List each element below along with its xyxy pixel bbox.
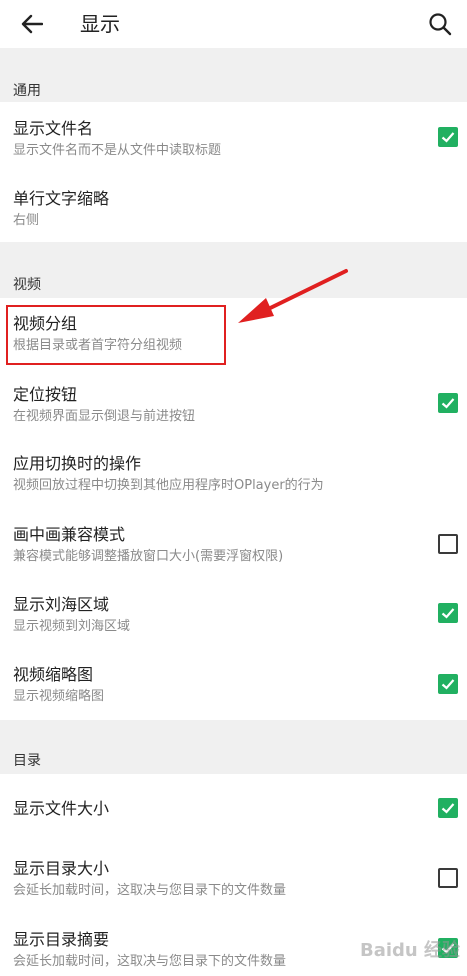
setting-subtitle: 兼容模式能够调整播放窗口大小(需要浮窗权限) xyxy=(13,549,284,564)
page-title: 显示 xyxy=(80,12,120,36)
setting-title: 显示文件名 xyxy=(13,119,94,138)
setting-subtitle: 视频回放过程中切换到其他应用程序时OPlayer的行为 xyxy=(13,478,324,493)
app-bar: 显示 xyxy=(0,0,467,48)
setting-show-filename[interactable]: 显示文件名 显示文件名而不是从文件中读取标题 xyxy=(0,102,467,172)
checkbox-checked[interactable] xyxy=(438,798,458,818)
checkbox-checked[interactable] xyxy=(438,393,458,413)
setting-title: 应用切换时的操作 xyxy=(13,454,142,473)
setting-title: 显示目录摘要 xyxy=(13,930,110,949)
section-gap xyxy=(0,242,467,272)
watermark: Baidu 经验 xyxy=(360,940,461,961)
check-icon xyxy=(441,608,455,619)
setting-seek-buttons[interactable]: 定位按钮 在视频界面显示倒退与前进按钮 xyxy=(0,370,467,440)
setting-subtitle: 在视频界面显示倒退与前进按钮 xyxy=(13,409,196,424)
setting-subtitle: 显示视频到刘海区域 xyxy=(13,619,131,634)
setting-show-directory-size[interactable]: 显示目录大小 会延长加载时间，这取决与您目录下的文件数量 xyxy=(0,844,467,914)
section-gap xyxy=(0,48,467,78)
back-button[interactable] xyxy=(14,6,50,42)
search-icon xyxy=(429,13,452,36)
setting-video-thumbnails[interactable]: 视频缩略图 显示视频缩略图 xyxy=(0,650,467,720)
setting-title: 视频缩略图 xyxy=(13,665,94,684)
annotation-arrow-icon xyxy=(238,269,348,323)
setting-title: 定位按钮 xyxy=(13,385,78,404)
setting-title: 显示目录大小 xyxy=(13,859,110,878)
setting-app-switch-action[interactable]: 应用切换时的操作 视频回放过程中切换到其他应用程序时OPlayer的行为 xyxy=(0,440,467,510)
annotation-highlight-box xyxy=(6,305,226,365)
setting-subtitle: 会延长加载时间，这取决与您目录下的文件数量 xyxy=(13,883,287,898)
section-gap xyxy=(0,720,467,748)
checkbox-checked[interactable] xyxy=(438,603,458,623)
check-icon xyxy=(441,132,455,143)
setting-title: 显示文件大小 xyxy=(13,799,110,818)
arrow-left-icon xyxy=(21,14,43,34)
check-icon xyxy=(441,398,455,409)
checkbox-unchecked[interactable] xyxy=(438,868,458,888)
setting-title: 显示刘海区域 xyxy=(13,595,110,614)
setting-show-file-size[interactable]: 显示文件大小 xyxy=(0,774,467,844)
section-header-video: 视频 xyxy=(0,272,467,298)
check-icon xyxy=(441,679,455,690)
setting-pip-compat-mode[interactable]: 画中画兼容模式 兼容模式能够调整播放窗口大小(需要浮窗权限) xyxy=(0,510,467,580)
setting-title: 画中画兼容模式 xyxy=(13,525,126,544)
setting-title: 单行文字缩略 xyxy=(13,189,110,208)
setting-subtitle: 会延长加载时间，这取决与您目录下的文件数量 xyxy=(13,954,287,969)
setting-subtitle: 显示文件名而不是从文件中读取标题 xyxy=(13,143,222,158)
setting-single-line-ellipsis[interactable]: 单行文字缩略 右侧 xyxy=(0,172,467,242)
section-header-general: 通用 xyxy=(0,78,467,102)
setting-subtitle: 右侧 xyxy=(13,213,40,228)
checkbox-checked[interactable] xyxy=(438,674,458,694)
search-button[interactable] xyxy=(422,6,458,42)
checkbox-checked[interactable] xyxy=(438,127,458,147)
section-header-directory: 目录 xyxy=(0,748,467,774)
check-icon xyxy=(441,803,455,814)
setting-show-notch-area[interactable]: 显示刘海区域 显示视频到刘海区域 xyxy=(0,580,467,650)
checkbox-unchecked[interactable] xyxy=(438,534,458,554)
setting-subtitle: 显示视频缩略图 xyxy=(13,689,105,704)
